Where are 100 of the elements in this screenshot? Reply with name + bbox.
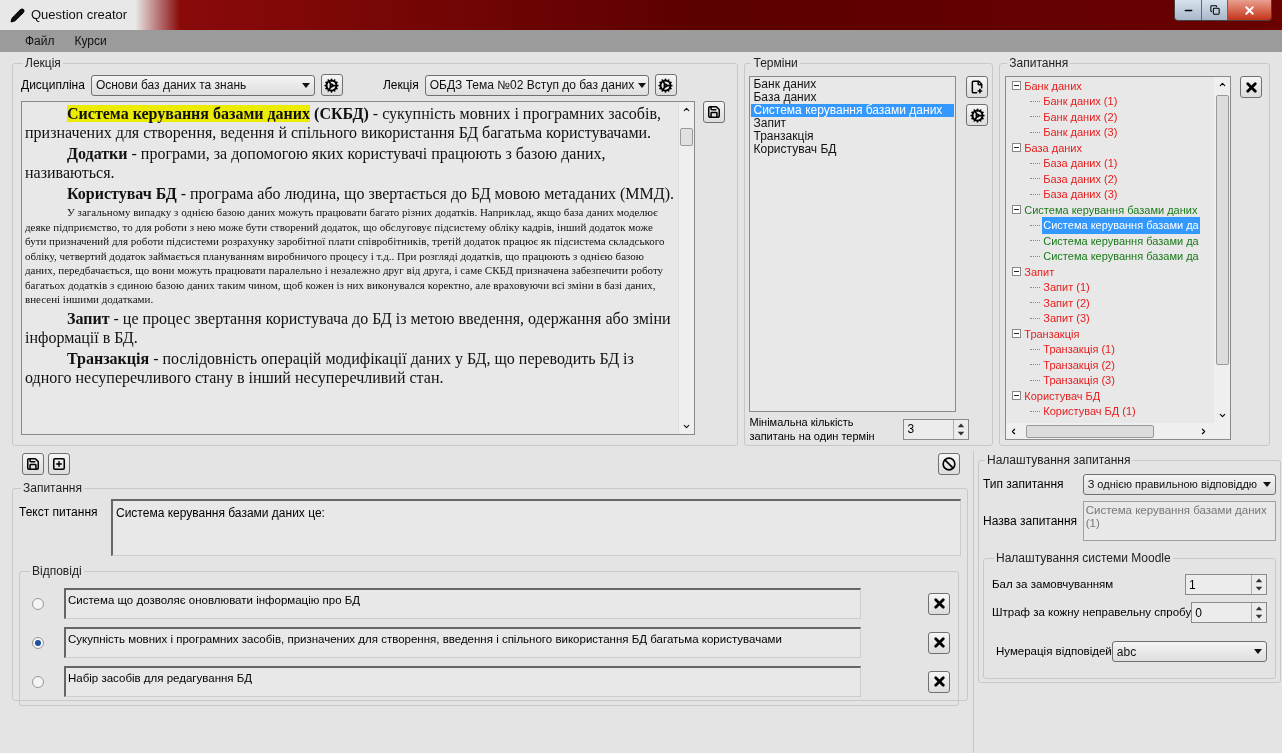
question-type-select[interactable]: З однією правильною відповіддю: [1082, 473, 1276, 495]
lecture-select[interactable]: ОБДЗ Тема №02 Вступ до баз даних: [424, 74, 649, 96]
settings-button[interactable]: [966, 104, 989, 126]
save-icon: [707, 105, 721, 119]
tree-node[interactable]: База даних (3): [1042, 186, 1119, 203]
tree-node[interactable]: База даних: [1024, 139, 1082, 156]
pencil-icon: [10, 7, 25, 23]
lecture-paragraph: Система керування базами даних (СКБД) - сукупність мовних і програмних засобів, призначених для створення, ведення й спільного використання БД багатьма користувачами.: [25, 104, 662, 142]
list-item[interactable]: Система керування базами даних: [751, 104, 955, 117]
dropdown-arrow-icon: [301, 82, 310, 88]
delete-button[interactable]: [928, 631, 950, 654]
tree-node[interactable]: Банк даних (1): [1042, 93, 1119, 110]
answer-field[interactable]: Сукупність мовних і програмних засобів, призначених для створення, введення і спільного використання БД багатьма користувачами: [64, 627, 861, 658]
field-label: Текст питання: [19, 504, 99, 521]
tree-node[interactable]: Користувач БД (1): [1042, 403, 1137, 420]
menu-item[interactable]: Файл: [25, 32, 55, 50]
scroll-up-icon[interactable]: [1217, 80, 1227, 89]
dropdown-arrow-icon: [638, 82, 647, 88]
settings-button[interactable]: [654, 74, 677, 96]
spinbox[interactable]: 0: [1191, 602, 1267, 623]
scrollbar-thumb[interactable]: [680, 128, 693, 146]
dropdown-arrow-icon: [1263, 481, 1271, 487]
add-button[interactable]: [48, 453, 70, 475]
lecture-paragraph: Транзакція - послідовність операцій модифікації даних у БД, що переводить БД із одного несуперечливого стану в інший несуперечливий стан.: [25, 348, 635, 387]
collapse-icon[interactable]: [1012, 205, 1022, 215]
tree-node[interactable]: Користувач БД: [1024, 387, 1101, 404]
collapse-icon[interactable]: [1012, 329, 1022, 339]
delete-button[interactable]: [928, 670, 950, 693]
scrollbar[interactable]: [1214, 77, 1231, 423]
collapse-icon[interactable]: [1012, 143, 1022, 153]
list-item[interactable]: Банк даних: [751, 78, 955, 91]
collapse-icon[interactable]: [1012, 81, 1022, 91]
tree-node[interactable]: Банк даних (3): [1042, 124, 1119, 141]
field-label: Нумерація відповідей: [996, 643, 1112, 659]
save-button[interactable]: [22, 453, 44, 475]
scrollbar-thumb[interactable]: [1215, 95, 1229, 365]
tree-node[interactable]: Система керування базами да: [1042, 248, 1200, 265]
list-item[interactable]: Транзакція: [751, 130, 955, 143]
tree-node[interactable]: Транзакція (1): [1042, 341, 1116, 358]
tree-node[interactable]: Банк даних: [1024, 77, 1082, 94]
field-label: Бал за замовчуванням: [992, 576, 1114, 592]
collapse-icon[interactable]: [1012, 391, 1022, 401]
close-icon: [1243, 79, 1259, 95]
menu-item[interactable]: Курси: [74, 32, 107, 50]
close-button[interactable]: [1227, 0, 1271, 20]
group-title: Запитання: [1008, 55, 1070, 72]
group-title: Відповіді: [31, 563, 83, 580]
discipline-select[interactable]: Основи баз даних та знань: [90, 74, 315, 96]
tree-node[interactable]: Запит: [1024, 263, 1055, 280]
scroll-up-icon[interactable]: [682, 105, 691, 114]
cancel-button[interactable]: [938, 453, 960, 475]
scroll-down-icon[interactable]: [1217, 411, 1227, 420]
tree-node[interactable]: Транзакція (3): [1042, 372, 1116, 389]
numbering-select[interactable]: abc: [1111, 641, 1267, 662]
lecture-text-area[interactable]: [21, 101, 695, 435]
answer-field[interactable]: Система що дозволяє оновлювати інформацію про БД: [64, 588, 861, 619]
new-file-button[interactable]: [966, 76, 989, 98]
collapse-icon[interactable]: [1012, 267, 1022, 277]
scrollbar-thumb[interactable]: [1026, 424, 1155, 438]
min-count-spinbox[interactable]: 3: [903, 418, 970, 440]
tree-node[interactable]: Запит (3): [1042, 310, 1091, 327]
scrollbar[interactable]: [678, 102, 694, 434]
gear-icon: [969, 107, 985, 123]
tree-node[interactable]: Система керування базами даних: [1024, 201, 1198, 218]
close-icon: [931, 635, 947, 650]
scroll-down-icon[interactable]: [682, 422, 691, 431]
tree-node[interactable]: Система керування базами да: [1042, 232, 1200, 249]
close-icon: [931, 596, 947, 611]
new-file-icon: [970, 80, 985, 94]
plus-icon: [52, 457, 66, 471]
field-label: Штраф за кожну неправельну спробу: [992, 604, 1192, 620]
list-item[interactable]: Користувач БД: [751, 143, 955, 156]
group-title: Налаштування системи Moodle: [995, 550, 1172, 567]
save-button[interactable]: [703, 101, 725, 123]
spinbox[interactable]: 1: [1185, 574, 1267, 595]
answer-field[interactable]: Набір засобів для редагування БД: [64, 666, 861, 697]
radio-button[interactable]: [32, 636, 44, 649]
tree-node[interactable]: Система керування базами да: [1042, 217, 1200, 234]
field-label: Назва запитання: [983, 513, 1079, 530]
tree-node[interactable]: Транзакція: [1024, 325, 1080, 342]
scrollbar[interactable]: [1006, 423, 1231, 439]
radio-button[interactable]: [32, 597, 44, 610]
gear-icon: [658, 77, 674, 93]
question-text-field[interactable]: Система керування базами даних це:: [111, 499, 961, 556]
group-title: Запитання: [22, 480, 83, 497]
list-item[interactable]: База даних: [751, 91, 955, 104]
delete-button[interactable]: [928, 592, 950, 615]
lecture-paragraph: Запит - це процес звертання користувача до БД із метою введення, одержання або зміни інформації в БД.: [25, 308, 672, 347]
tree-node[interactable]: Запит (1): [1042, 279, 1091, 296]
list-item[interactable]: Запит: [751, 117, 955, 130]
tree-node[interactable]: База даних (2): [1042, 170, 1119, 187]
tree-node[interactable]: Транзакція (2): [1042, 356, 1116, 373]
tree-node[interactable]: Запит (2): [1042, 294, 1091, 311]
field-label: Дисципліна: [21, 77, 85, 94]
tree-node[interactable]: База даних (1): [1042, 155, 1119, 172]
tree-node[interactable]: Банк даних (2): [1042, 108, 1119, 125]
settings-button[interactable]: [320, 74, 343, 96]
restore-button[interactable]: [1201, 0, 1227, 20]
radio-button[interactable]: [32, 675, 44, 688]
delete-button[interactable]: [1240, 76, 1263, 98]
